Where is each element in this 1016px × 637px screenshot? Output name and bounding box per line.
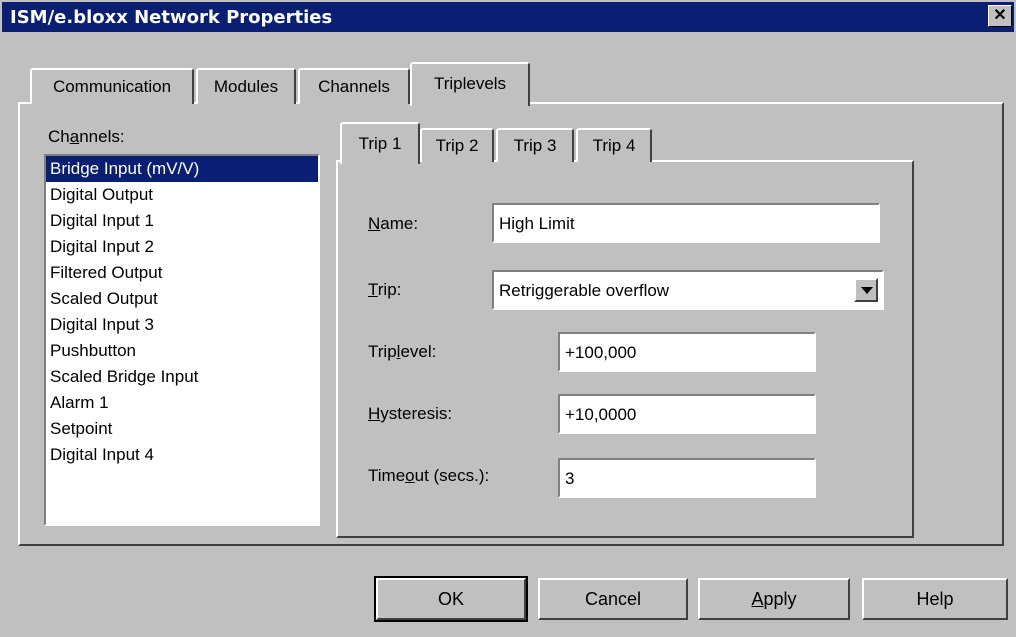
tab-trip-2-label: Trip 2: [435, 136, 479, 155]
timeout-input[interactable]: 3: [558, 458, 816, 498]
tab-modules-label: Modules: [213, 77, 279, 96]
trip-select[interactable]: Retriggerable overflow: [492, 270, 884, 310]
list-item[interactable]: Digital Input 4: [46, 442, 318, 468]
list-item[interactable]: Bridge Input (mV/V): [46, 156, 318, 182]
tab-trip-1-label: Trip 1: [358, 134, 402, 153]
ok-label: OK: [437, 588, 464, 609]
ok-button[interactable]: OK: [374, 576, 528, 622]
tab-trip-3[interactable]: Trip 3: [496, 128, 574, 162]
name-input[interactable]: High Limit: [492, 203, 880, 243]
list-item[interactable]: Pushbutton: [46, 338, 318, 364]
list-item[interactable]: Scaled Bridge Input: [46, 364, 318, 390]
tab-channels[interactable]: Channels: [298, 68, 410, 104]
close-button[interactable]: ✕: [988, 5, 1012, 27]
trip-value: Retriggerable overflow: [499, 280, 670, 300]
tab-trip-2[interactable]: Trip 2: [420, 128, 494, 162]
title-bar[interactable]: ISM/e.bloxx Network Properties ✕: [2, 2, 1014, 32]
list-item[interactable]: Digital Input 1: [46, 208, 318, 234]
tab-trip-1[interactable]: Trip 1: [340, 122, 420, 164]
list-item[interactable]: Alarm 1: [46, 390, 318, 416]
timeout-label: Timeout (secs.):: [368, 466, 490, 485]
window-title: ISM/e.bloxx Network Properties: [10, 7, 333, 28]
tab-communication[interactable]: Communication: [30, 68, 194, 104]
tab-channels-label: Channels: [318, 77, 390, 96]
tab-triplevels[interactable]: Triplevels: [410, 62, 530, 106]
list-item[interactable]: Digital Output: [46, 182, 318, 208]
help-button[interactable]: Help: [862, 578, 1008, 620]
tab-triplevels-label: Triplevels: [433, 74, 507, 93]
channels-label: Channels:: [48, 127, 125, 146]
list-item[interactable]: Filtered Output: [46, 260, 318, 286]
hysteresis-label: Hysteresis:: [368, 404, 453, 423]
list-item[interactable]: Digital Input 2: [46, 234, 318, 260]
hysteresis-value: +10,0000: [565, 404, 637, 424]
triplevel-label: Triplevel:: [368, 342, 437, 361]
name-value: High Limit: [499, 213, 575, 233]
apply-button[interactable]: Apply: [698, 578, 850, 620]
tab-trip-4-label: Trip 4: [592, 136, 636, 155]
list-item[interactable]: Scaled Output: [46, 286, 318, 312]
tab-modules[interactable]: Modules: [196, 68, 296, 104]
cancel-label: Cancel: [584, 588, 642, 609]
list-item[interactable]: Setpoint: [46, 416, 318, 442]
timeout-value: 3: [565, 468, 575, 488]
list-item[interactable]: Digital Input 3: [46, 312, 318, 338]
name-label: Name:: [368, 214, 419, 233]
close-icon: ✕: [993, 7, 1007, 24]
triplevel-value: +100,000: [565, 342, 637, 362]
properties-dialog: ISM/e.bloxx Network Properties ✕ Communi…: [0, 0, 1016, 637]
tab-communication-label: Communication: [52, 77, 172, 96]
trip-label: Trip:: [368, 280, 402, 299]
apply-label: Apply: [751, 588, 797, 609]
tab-trip-4[interactable]: Trip 4: [576, 128, 652, 162]
triplevel-input[interactable]: +100,000: [558, 332, 816, 372]
tab-trip-3-label: Trip 3: [513, 136, 557, 155]
chevron-down-icon[interactable]: [854, 278, 878, 302]
help-label: Help: [916, 588, 954, 609]
hysteresis-input[interactable]: +10,0000: [558, 394, 816, 434]
cancel-button[interactable]: Cancel: [538, 578, 688, 620]
channels-list[interactable]: Bridge Input (mV/V) Digital Output Digital…: [44, 154, 320, 526]
